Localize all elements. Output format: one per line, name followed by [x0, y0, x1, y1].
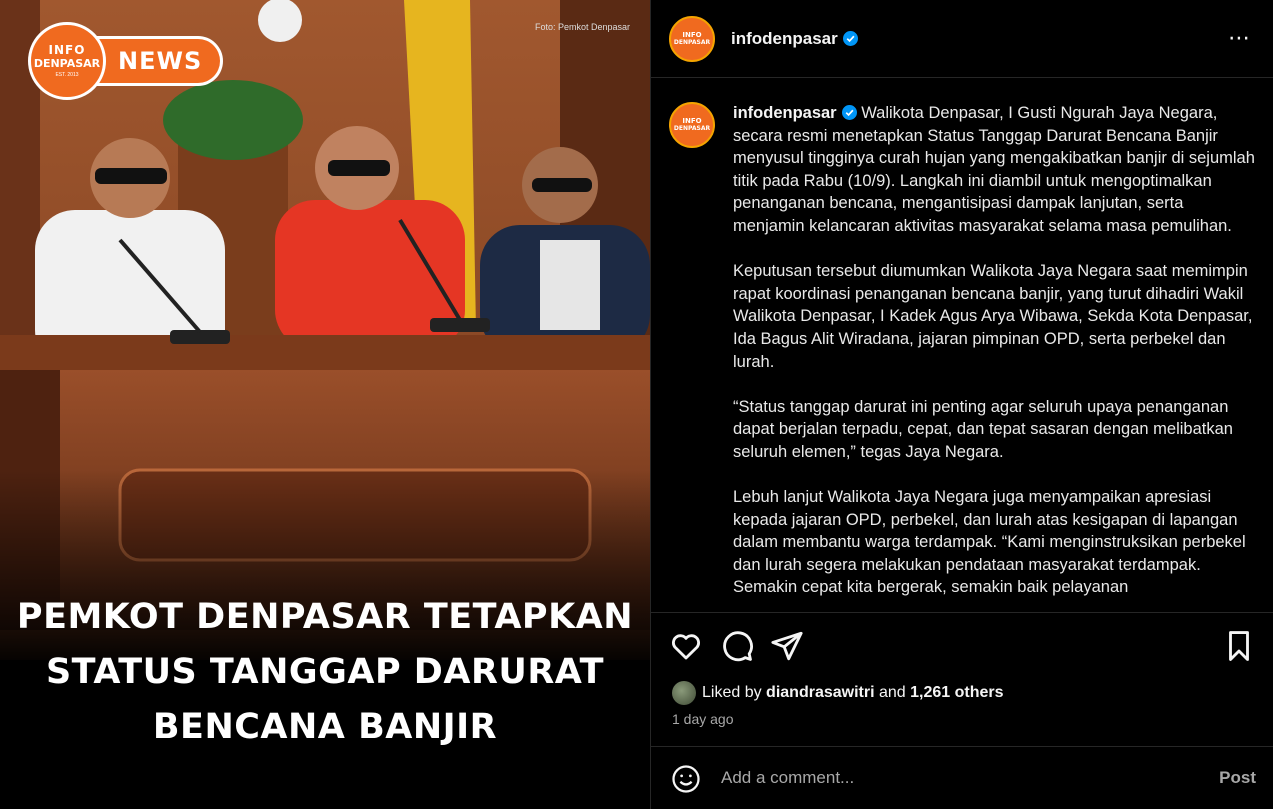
post-image[interactable]: INFO DENPASAR EST. 2013 NEWS Foto: Pemko…: [0, 0, 650, 809]
avatar-line2: DENPASAR: [673, 125, 711, 132]
likes-count[interactable]: 1,261 others: [910, 684, 1003, 702]
brand-logo: INFO DENPASAR EST. 2013: [28, 22, 106, 100]
caption-paragraph: Lebuh lanjut Walikota Jaya Negara juga m…: [733, 488, 1246, 597]
caption-avatar[interactable]: INFO DENPASAR: [669, 102, 715, 148]
brand-logo-line2: DENPASAR: [33, 57, 101, 70]
post-comment-button[interactable]: Post: [1219, 768, 1256, 788]
avatar-line2: DENPASAR: [673, 38, 711, 46]
news-label-text: NEWS: [118, 47, 203, 75]
image-headline: PEMKOT DENPASAR TETAPKAN STATUS TANGGAP …: [0, 590, 650, 755]
post-timestamp[interactable]: 1 day ago: [672, 711, 734, 727]
brand-logo-line1: INFO: [48, 43, 86, 57]
verified-badge-icon: [841, 105, 857, 120]
more-options-icon[interactable]: ⋯: [1228, 27, 1251, 49]
caption-paragraph-text: Walikota Denpasar, I Gusti Ngurah Jaya N…: [733, 104, 1255, 235]
profile-avatar[interactable]: INFO DENPASAR: [669, 15, 715, 62]
comment-icon[interactable]: [720, 629, 754, 663]
emoji-smiley-icon[interactable]: [671, 764, 701, 794]
caption-paragraph: infodenpasar Walikota Denpasar, I Gusti …: [733, 102, 1258, 238]
action-bar: [651, 612, 1273, 678]
headline-line: STATUS TANGGAP DARURAT: [45, 652, 605, 692]
headline-line: BENCANA BANJIR: [152, 707, 498, 747]
comment-input[interactable]: [721, 765, 1181, 791]
post-details-panel: INFO DENPASAR infodenpasar ⋯ INFO DENPAS…: [650, 0, 1273, 809]
verified-badge-icon: [842, 30, 858, 46]
author-username[interactable]: infodenpasar: [731, 29, 858, 49]
author-username-text[interactable]: infodenpasar: [731, 29, 838, 48]
caption-section: INFO DENPASAR infodenpasar Walikota Denp…: [651, 78, 1273, 612]
photo-credit: Foto: Pemkot Denpasar: [534, 22, 630, 32]
bookmark-save-icon[interactable]: [1222, 629, 1256, 663]
news-label: NEWS: [92, 36, 224, 86]
post-header: INFO DENPASAR infodenpasar ⋯: [651, 0, 1273, 78]
caption-paragraph: “Status tanggap darurat ini penting agar…: [733, 397, 1233, 461]
likes-summary: Liked by diandrasawitri and 1,261 others: [672, 681, 1004, 705]
headline-line: PEMKOT DENPASAR TETAPKAN: [16, 597, 634, 637]
caption-username[interactable]: infodenpasar: [733, 104, 837, 122]
avatar-line1: INFO: [682, 117, 702, 125]
comment-bar: Post: [651, 746, 1273, 809]
like-heart-icon[interactable]: [669, 629, 703, 663]
liker-avatar[interactable]: [672, 681, 696, 705]
likes-prefix: Liked by: [702, 684, 762, 701]
liker-username[interactable]: diandrasawitri: [766, 684, 874, 702]
likes-joiner: and: [878, 684, 906, 701]
avatar-line1: INFO: [682, 30, 702, 39]
caption-paragraph: Keputusan tersebut diumumkan Walikota Ja…: [733, 262, 1253, 371]
brand-badge: INFO DENPASAR EST. 2013 NEWS: [28, 22, 224, 100]
share-send-icon[interactable]: [770, 629, 804, 663]
caption-text: infodenpasar Walikota Denpasar, I Gusti …: [733, 102, 1258, 612]
brand-logo-line3: EST. 2013: [55, 72, 79, 78]
